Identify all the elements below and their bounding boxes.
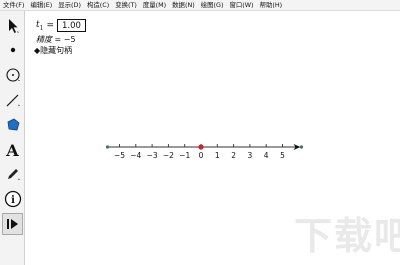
point-tool[interactable] <box>2 39 23 61</box>
tick-label: −2 <box>163 151 174 160</box>
straightedge-tool[interactable] <box>2 89 23 111</box>
tick-label: −4 <box>130 151 141 160</box>
polygon-icon <box>7 118 19 131</box>
menu-transform[interactable]: 变换(T) <box>115 0 137 11</box>
text-tool[interactable]: A <box>2 139 23 161</box>
tick-label: −1 <box>179 151 190 160</box>
sketch-canvas[interactable]: t1 = 1.00 精度 = −5 ◆隐藏句柄 −5 −4 −3 −2 −1 0 1 2 3 4 5… <box>26 12 400 265</box>
tick-label: −3 <box>147 151 158 160</box>
menu-help[interactable]: 帮助(H) <box>260 0 283 11</box>
information-tool[interactable]: i <box>2 188 23 210</box>
origin-point[interactable] <box>198 144 204 150</box>
right-end-point[interactable] <box>299 145 304 149</box>
menu-graph[interactable]: 绘图(G) <box>201 0 224 11</box>
menu-file[interactable]: 文件(F) <box>3 0 24 11</box>
menu-construct[interactable]: 构造(C) <box>87 0 109 11</box>
number-line: −5 −4 −3 −2 −1 0 1 2 3 4 5 <box>105 144 304 160</box>
info-icon: i <box>4 190 21 208</box>
tick-label: −5 <box>114 151 125 160</box>
menu-window[interactable]: 窗口(W) <box>229 0 253 11</box>
menu-measure[interactable]: 度量(M) <box>143 0 166 11</box>
marker-tool[interactable] <box>2 163 23 185</box>
tick-label: 4 <box>264 151 269 160</box>
line-icon <box>6 94 20 107</box>
polygon-tool[interactable] <box>2 114 23 136</box>
compass-tool[interactable] <box>2 64 23 86</box>
circle-icon <box>5 68 20 82</box>
arrow-icon <box>8 19 19 33</box>
arrow-select-tool[interactable] <box>2 15 23 37</box>
tick-label: 5 <box>280 151 285 160</box>
tool-palette: A i <box>0 11 25 265</box>
menu-data[interactable]: 数据(N) <box>172 0 195 11</box>
tick-label: 2 <box>231 151 236 160</box>
menu-bar: 文件(F) 编辑(E) 显示(D) 构造(C) 变换(T) 度量(M) 数据(N… <box>0 0 400 11</box>
tick-label: 0 <box>199 151 204 160</box>
pencil-icon <box>7 169 20 180</box>
menu-edit[interactable]: 编辑(E) <box>30 0 52 11</box>
text-a-icon: A <box>6 140 19 160</box>
menu-display[interactable]: 显示(D) <box>58 0 81 11</box>
custom-tool-icon <box>6 219 18 229</box>
svg-text:i: i <box>11 195 15 206</box>
left-end-point[interactable] <box>105 145 110 149</box>
tick-label: 3 <box>248 151 253 160</box>
tick-label: 1 <box>215 151 220 160</box>
point-icon <box>10 47 15 53</box>
custom-tool[interactable] <box>2 213 23 235</box>
